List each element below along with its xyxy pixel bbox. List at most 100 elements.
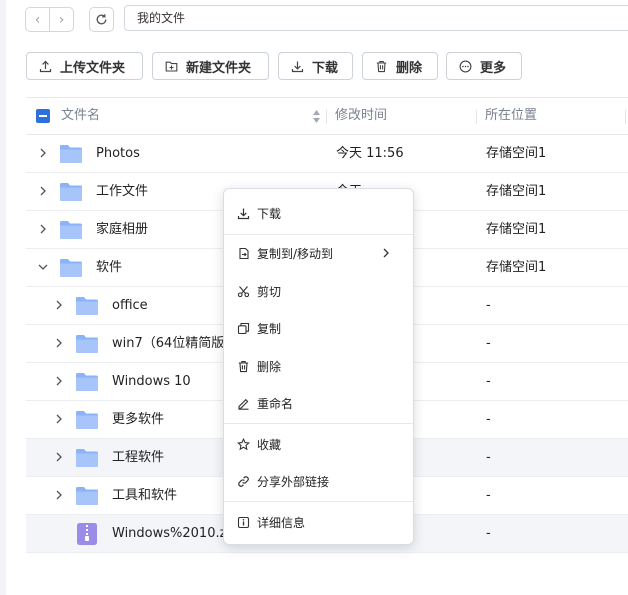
select-all-checkbox[interactable] bbox=[36, 109, 50, 123]
folder-icon bbox=[76, 335, 98, 353]
chevron-right-icon[interactable] bbox=[54, 414, 64, 424]
context-menu: 下载 复制到/移动到 剪切 复制 删除 重命名 收藏 分享外部链接 详细信息 bbox=[223, 188, 414, 545]
scissors-icon bbox=[237, 285, 250, 297]
file-name: 更多软件 bbox=[112, 412, 165, 427]
folder-icon bbox=[76, 411, 98, 429]
storage-location: 存储空间1 bbox=[486, 184, 547, 199]
menu-item-rename[interactable]: 重命名 bbox=[224, 389, 413, 417]
menu-item-label: 剪切 bbox=[257, 284, 282, 299]
forward-button[interactable]: › bbox=[49, 8, 73, 31]
menu-item-label: 下载 bbox=[257, 206, 282, 221]
column-modified-header[interactable]: 修改时间 bbox=[335, 98, 387, 134]
history-nav: ‹ › bbox=[25, 7, 74, 32]
column-divider[interactable] bbox=[326, 110, 327, 124]
sort-icon[interactable] bbox=[312, 109, 321, 124]
file-name: 工作文件 bbox=[96, 184, 149, 199]
folder-icon bbox=[60, 183, 82, 201]
upload-folder-button[interactable]: 上传文件夹 bbox=[26, 52, 143, 80]
trash-icon bbox=[376, 60, 387, 72]
new-folder-label: 新建文件夹 bbox=[186, 60, 252, 76]
folder-icon bbox=[60, 259, 82, 277]
chevron-right-icon[interactable] bbox=[38, 224, 48, 234]
menu-item-label: 分享外部链接 bbox=[257, 474, 330, 489]
menu-item-copy[interactable]: 复制 bbox=[224, 314, 413, 342]
menu-item-label: 复制 bbox=[257, 321, 282, 336]
trash-icon bbox=[238, 360, 249, 372]
column-divider[interactable] bbox=[625, 110, 626, 124]
menu-item-label: 重命名 bbox=[257, 396, 294, 411]
file-name: win7（64位精简版 bbox=[112, 336, 225, 351]
refresh-button[interactable] bbox=[89, 7, 114, 32]
download-label: 下载 bbox=[312, 60, 339, 76]
copy-icon bbox=[237, 322, 250, 334]
menu-item-download[interactable]: 下载 bbox=[224, 199, 413, 227]
new-folder-icon bbox=[165, 61, 178, 72]
menu-divider bbox=[224, 501, 413, 502]
storage-location: - bbox=[486, 488, 491, 503]
menu-item-delete[interactable]: 删除 bbox=[224, 352, 413, 380]
folder-icon bbox=[76, 373, 98, 391]
storage-location: 存储空间1 bbox=[486, 146, 547, 161]
delete-label: 删除 bbox=[396, 60, 423, 76]
path-input[interactable]: 我的文件 bbox=[124, 5, 628, 31]
storage-location: - bbox=[486, 526, 491, 541]
menu-item-cut[interactable]: 剪切 bbox=[224, 277, 413, 305]
chevron-right-icon[interactable] bbox=[38, 148, 48, 158]
chevron-down-icon[interactable] bbox=[38, 262, 48, 272]
storage-location: 存储空间1 bbox=[486, 260, 547, 275]
chevron-right-icon bbox=[383, 248, 389, 258]
folder-icon bbox=[60, 221, 82, 239]
menu-item-favorite[interactable]: 收藏 bbox=[224, 430, 413, 458]
refresh-icon bbox=[96, 14, 107, 25]
chevron-right-icon[interactable] bbox=[54, 490, 64, 500]
chevron-right-icon[interactable] bbox=[38, 186, 48, 196]
file-name: 软件 bbox=[96, 260, 123, 275]
menu-divider bbox=[224, 234, 413, 235]
upload-folder-label: 上传文件夹 bbox=[60, 60, 126, 76]
link-icon bbox=[238, 475, 249, 487]
menu-item-copy-move[interactable]: 复制到/移动到 bbox=[224, 239, 413, 267]
table-header: 文件名 修改时间 所在位置 bbox=[26, 97, 628, 135]
back-button[interactable]: ‹ bbox=[26, 8, 49, 31]
more-button[interactable]: 更多 bbox=[446, 52, 522, 80]
download-button[interactable]: 下载 bbox=[278, 52, 353, 80]
menu-item-details[interactable]: 详细信息 bbox=[224, 508, 413, 536]
column-name-header[interactable]: 文件名 bbox=[61, 98, 100, 134]
file-name: 家庭相册 bbox=[96, 222, 149, 237]
more-icon bbox=[459, 60, 472, 72]
chevron-right-icon[interactable] bbox=[54, 300, 64, 310]
menu-divider bbox=[224, 423, 413, 424]
storage-location: - bbox=[486, 336, 491, 351]
delete-button[interactable]: 删除 bbox=[362, 52, 438, 80]
folder-icon bbox=[76, 487, 98, 505]
file-name: 工程软件 bbox=[112, 450, 165, 465]
file-name: Photos bbox=[96, 146, 140, 161]
chevron-right-icon[interactable] bbox=[54, 452, 64, 462]
storage-location: - bbox=[486, 298, 491, 313]
folder-icon bbox=[60, 145, 82, 163]
star-icon bbox=[237, 437, 250, 450]
storage-location: - bbox=[486, 450, 491, 465]
table-row[interactable]: Photos 今天 11:56 存储空间1 bbox=[26, 135, 628, 173]
new-folder-button[interactable]: 新建文件夹 bbox=[152, 52, 269, 80]
more-label: 更多 bbox=[480, 60, 507, 76]
file-name: office bbox=[112, 298, 148, 313]
download-icon bbox=[237, 208, 250, 219]
left-strip bbox=[0, 0, 6, 595]
file-name: Windows%2010.zi bbox=[112, 526, 231, 541]
menu-item-share-link[interactable]: 分享外部链接 bbox=[224, 467, 413, 495]
copy-move-icon bbox=[239, 247, 249, 259]
file-name: 工具和软件 bbox=[112, 488, 178, 503]
chevron-right-icon[interactable] bbox=[54, 376, 64, 386]
menu-item-label: 复制到/移动到 bbox=[257, 246, 334, 261]
menu-item-label: 删除 bbox=[257, 359, 282, 374]
chevron-right-icon[interactable] bbox=[54, 338, 64, 348]
storage-location: 存储空间1 bbox=[486, 222, 547, 237]
menu-item-label: 收藏 bbox=[257, 437, 282, 452]
column-divider[interactable] bbox=[476, 110, 477, 124]
menu-item-label: 详细信息 bbox=[257, 515, 306, 530]
modified-time: 今天 11:56 bbox=[336, 146, 404, 161]
column-location-header[interactable]: 所在位置 bbox=[485, 98, 537, 134]
file-name: Windows 10 bbox=[112, 374, 191, 389]
storage-location: - bbox=[486, 412, 491, 427]
